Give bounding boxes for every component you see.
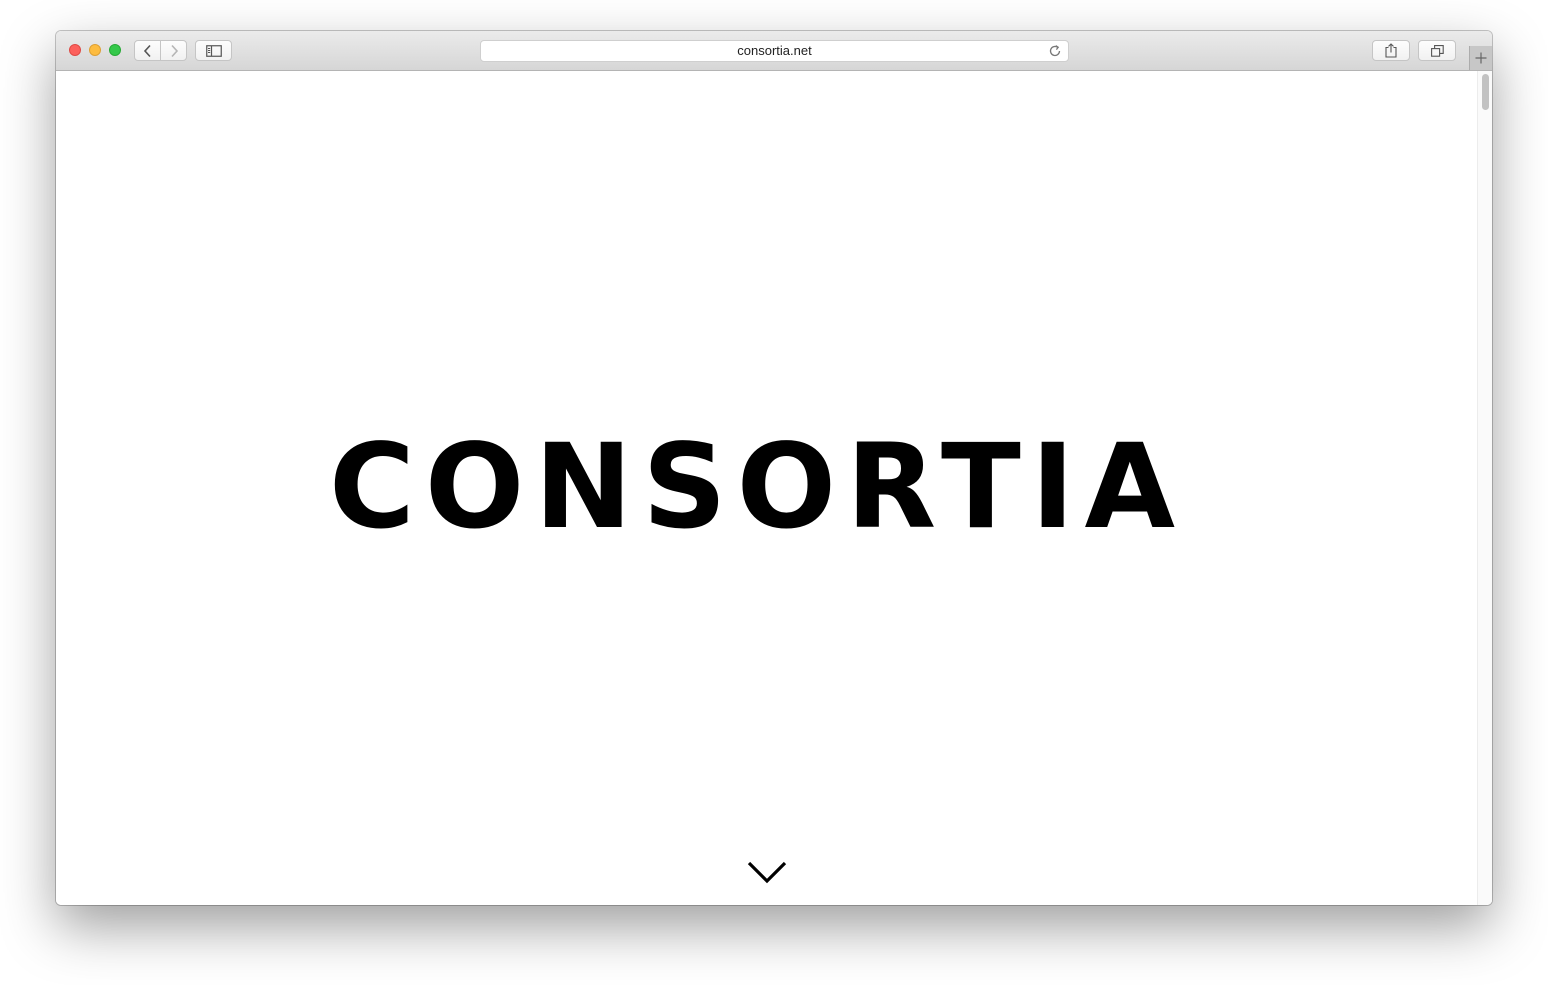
show-sidebar-button[interactable] [195, 40, 232, 61]
forward-button[interactable] [160, 40, 187, 61]
back-button[interactable] [134, 40, 161, 61]
address-bar[interactable]: consortia.net [480, 40, 1069, 62]
address-text: consortia.net [737, 43, 812, 58]
close-window-button[interactable] [69, 44, 81, 56]
share-button[interactable] [1372, 40, 1410, 61]
chevron-down-icon[interactable] [746, 859, 788, 887]
reload-icon[interactable] [1048, 44, 1062, 58]
share-icon [1385, 43, 1397, 58]
vertical-scrollbar[interactable] [1477, 71, 1492, 905]
plus-icon [1475, 52, 1487, 64]
browser-window: consortia.net CONSORTIA [56, 31, 1492, 905]
show-all-tabs-button[interactable] [1418, 40, 1456, 61]
chevron-left-icon [143, 44, 151, 57]
sidebar-icon [205, 44, 222, 57]
scrollbar-thumb[interactable] [1482, 74, 1489, 110]
logo-text: CONSORTIA [329, 431, 1204, 541]
browser-toolbar: consortia.net [56, 31, 1492, 71]
chevron-right-icon [170, 44, 178, 57]
maximize-window-button[interactable] [109, 44, 121, 56]
page-content: CONSORTIA [56, 71, 1492, 905]
tabs-overview-icon [1430, 44, 1444, 57]
consortia-logo[interactable]: CONSORTIA [329, 431, 1209, 541]
minimize-window-button[interactable] [89, 44, 101, 56]
new-tab-button[interactable] [1469, 46, 1492, 70]
